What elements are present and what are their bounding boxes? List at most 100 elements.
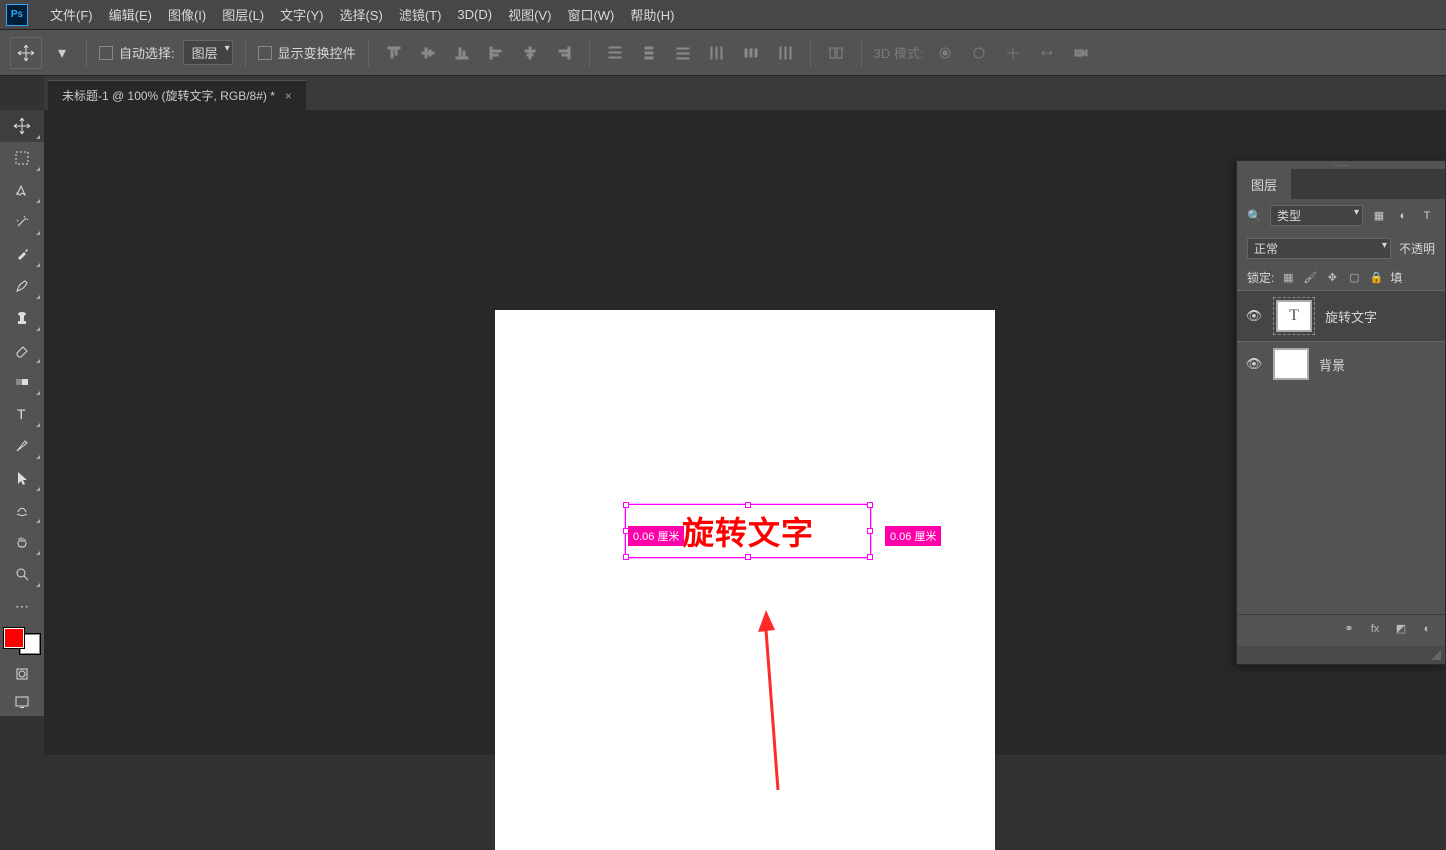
visibility-icon[interactable]: 👁	[1245, 355, 1263, 373]
3d-roll-icon[interactable]	[966, 40, 992, 66]
screenmode-tool[interactable]	[0, 688, 44, 716]
transform-handle[interactable]	[867, 528, 873, 534]
show-transform-checkbox[interactable]: 显示变换控件	[258, 43, 356, 62]
link-layers-icon[interactable]: ⚭	[1341, 621, 1357, 637]
measurement-badge-right: 0.06 厘米	[885, 526, 941, 546]
transform-handle[interactable]	[867, 554, 873, 560]
transform-handle[interactable]	[623, 502, 629, 508]
lock-transparency-icon[interactable]: ▦	[1280, 270, 1296, 286]
layer-name[interactable]: 背景	[1319, 355, 1345, 374]
move-tool-icon	[10, 37, 42, 69]
layer-item[interactable]: 👁 背景	[1237, 342, 1445, 386]
transform-handle[interactable]	[867, 502, 873, 508]
dist-left-icon[interactable]	[704, 40, 730, 66]
align-top-icon[interactable]	[381, 40, 407, 66]
checkbox-icon[interactable]	[99, 46, 113, 60]
3d-orbit-icon[interactable]	[932, 40, 958, 66]
layer-list: 👁 T 旋转文字 👁 背景	[1237, 290, 1445, 386]
type-tool[interactable]: T	[0, 398, 44, 430]
auto-select-label: 自动选择:	[119, 43, 175, 62]
annotation-arrow	[763, 610, 803, 795]
pen-tool[interactable]	[0, 430, 44, 462]
menu-window[interactable]: 窗口(W)	[559, 5, 622, 24]
menu-type[interactable]: 文字(Y)	[272, 5, 331, 24]
panel-grip[interactable]: ⋯⋯	[1237, 161, 1445, 169]
checkbox-icon[interactable]	[258, 46, 272, 60]
3d-pan-icon[interactable]	[1000, 40, 1026, 66]
filter-type-icon[interactable]: T	[1419, 208, 1435, 224]
lock-artboard-icon[interactable]: ▢	[1346, 270, 1362, 286]
canvas[interactable]: 旋转文字 0.06 厘米 0.06 厘米	[495, 310, 995, 850]
path-selection-tool[interactable]	[0, 462, 44, 494]
document-tab-bar: 未标题-1 @ 100% (旋转文字, RGB/8#) * ×	[44, 76, 1446, 110]
dist-bottom-icon[interactable]	[670, 40, 696, 66]
auto-select-checkbox[interactable]: 自动选择:	[99, 43, 175, 62]
menu-view[interactable]: 视图(V)	[500, 5, 559, 24]
brush-tool[interactable]	[0, 270, 44, 302]
lock-all-icon[interactable]: 🔒	[1368, 270, 1384, 286]
layer-item[interactable]: 👁 T 旋转文字	[1237, 290, 1445, 342]
transform-handle[interactable]	[745, 554, 751, 560]
menu-3d[interactable]: 3D(D)	[449, 7, 500, 22]
layer-mask-icon[interactable]: ◩	[1393, 621, 1409, 637]
align-hcenter-icon[interactable]	[517, 40, 543, 66]
zoom-tool[interactable]	[0, 558, 44, 590]
filter-type-dropdown[interactable]: 类型	[1270, 205, 1363, 226]
menu-image[interactable]: 图像(I)	[160, 5, 214, 24]
menu-file[interactable]: 文件(F)	[42, 5, 101, 24]
more-tools[interactable]: ⋯	[0, 590, 44, 622]
color-swatch[interactable]	[4, 628, 40, 654]
3d-slide-icon[interactable]	[1034, 40, 1060, 66]
chevron-down-icon[interactable]: ▾	[50, 41, 74, 65]
auto-select-dropdown[interactable]: 图层	[183, 40, 233, 65]
lock-position-icon[interactable]: ✥	[1324, 270, 1340, 286]
dist-hcenter-icon[interactable]	[738, 40, 764, 66]
search-icon[interactable]: 🔍	[1247, 209, 1262, 223]
magic-wand-tool[interactable]	[0, 206, 44, 238]
filter-pixel-icon[interactable]: ▦	[1371, 208, 1387, 224]
visibility-icon[interactable]: 👁	[1245, 307, 1263, 325]
align-left-icon[interactable]	[483, 40, 509, 66]
align-vcenter-icon[interactable]	[415, 40, 441, 66]
dist-right-icon[interactable]	[772, 40, 798, 66]
transform-handle[interactable]	[623, 554, 629, 560]
eraser-tool[interactable]	[0, 334, 44, 366]
menu-select[interactable]: 选择(S)	[331, 5, 390, 24]
tab-layers[interactable]: 图层	[1237, 169, 1291, 199]
dist-vcenter-icon[interactable]	[636, 40, 662, 66]
lock-image-icon[interactable]: 🖌	[1302, 270, 1318, 286]
layer-fx-icon[interactable]: fx	[1367, 621, 1383, 637]
lasso-tool[interactable]	[0, 174, 44, 206]
menu-layer[interactable]: 图层(L)	[214, 5, 272, 24]
menu-help[interactable]: 帮助(H)	[622, 5, 682, 24]
quickmask-tool[interactable]	[0, 660, 44, 688]
close-icon[interactable]: ×	[285, 89, 292, 103]
foreground-color[interactable]	[4, 628, 24, 648]
layer-thumbnail[interactable]	[1273, 348, 1309, 380]
stamp-tool[interactable]	[0, 302, 44, 334]
separator	[861, 39, 862, 67]
move-tool[interactable]	[0, 110, 44, 142]
gradient-tool[interactable]	[0, 366, 44, 398]
shape-tool[interactable]	[0, 494, 44, 526]
auto-align-icon[interactable]	[823, 40, 849, 66]
adjustment-layer-icon[interactable]: ◐	[1419, 621, 1435, 637]
blend-mode-dropdown[interactable]: 正常	[1247, 238, 1391, 259]
menu-filter[interactable]: 滤镜(T)	[391, 5, 450, 24]
eyedropper-tool[interactable]	[0, 238, 44, 270]
transform-handle[interactable]	[745, 502, 751, 508]
align-bottom-icon[interactable]	[449, 40, 475, 66]
layer-thumbnail[interactable]: T	[1276, 300, 1312, 332]
document-tab[interactable]: 未标题-1 @ 100% (旋转文字, RGB/8#) * ×	[48, 80, 306, 110]
separator	[245, 39, 246, 67]
options-bar: ▾ 自动选择: 图层 显示变换控件 3D 模式:	[0, 30, 1446, 76]
align-right-icon[interactable]	[551, 40, 577, 66]
menu-edit[interactable]: 编辑(E)	[101, 5, 160, 24]
hand-tool[interactable]	[0, 526, 44, 558]
3d-camera-icon[interactable]	[1068, 40, 1094, 66]
layer-name[interactable]: 旋转文字	[1325, 307, 1377, 326]
marquee-tool[interactable]	[0, 142, 44, 174]
filter-adjust-icon[interactable]: ◐	[1395, 208, 1411, 224]
panel-resize-grip[interactable]	[1237, 646, 1445, 664]
dist-top-icon[interactable]	[602, 40, 628, 66]
